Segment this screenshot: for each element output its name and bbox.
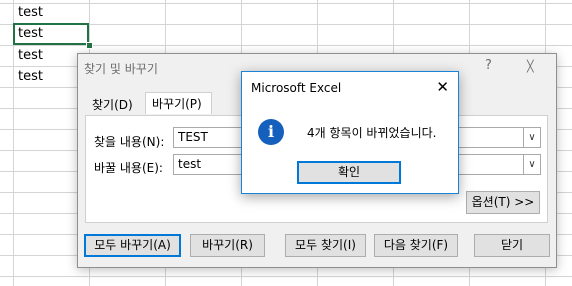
message-box-title: Microsoft Excel: [251, 81, 342, 95]
cell-a4[interactable]: test: [18, 67, 43, 87]
ok-button[interactable]: 확인: [297, 161, 401, 184]
find-next-button[interactable]: 다음 찾기(F): [374, 234, 458, 257]
help-button[interactable]: ?: [485, 58, 492, 73]
cell-a1[interactable]: test: [18, 3, 43, 23]
fill-handle[interactable]: [86, 42, 93, 49]
cell-a3[interactable]: test: [18, 46, 43, 66]
message-box-titlebar: Microsoft Excel ✕: [242, 72, 458, 102]
message-box-close-button[interactable]: ✕: [436, 78, 449, 96]
active-cell-selection[interactable]: [13, 23, 89, 45]
replace-button[interactable]: 바꾸기(R): [190, 234, 265, 257]
replace-with-value: test: [178, 157, 202, 171]
options-button[interactable]: 옵션(T) >>: [466, 191, 540, 214]
dialog-title: 찾기 및 바꾸기: [84, 62, 158, 76]
find-what-label: 찾을 내용(N):: [94, 135, 165, 149]
message-text: 4개 항목이 바뀌었습니다.: [307, 126, 437, 140]
find-dropdown-arrow-icon[interactable]: ∨: [523, 127, 541, 148]
tab-find[interactable]: 찾기(D): [86, 95, 142, 115]
replace-dropdown-arrow-icon[interactable]: ∨: [523, 154, 541, 175]
find-what-value: TEST: [178, 130, 208, 144]
excel-message-box: Microsoft Excel ✕ i 4개 항목이 바뀌었습니다. 확인: [241, 71, 459, 194]
message-box-body: i 4개 항목이 바뀌었습니다. 확인: [242, 102, 458, 193]
replace-all-button[interactable]: 모두 바꾸기(A): [84, 234, 181, 257]
replace-with-label: 바꿀 내용(E):: [94, 161, 163, 175]
info-icon: i: [258, 119, 284, 145]
dialog-close-button[interactable]: ╳: [527, 60, 534, 73]
close-button[interactable]: 닫기: [474, 234, 550, 257]
find-all-button[interactable]: 모두 찾기(I): [285, 234, 366, 257]
tab-replace[interactable]: 바꾸기(P): [145, 92, 212, 114]
